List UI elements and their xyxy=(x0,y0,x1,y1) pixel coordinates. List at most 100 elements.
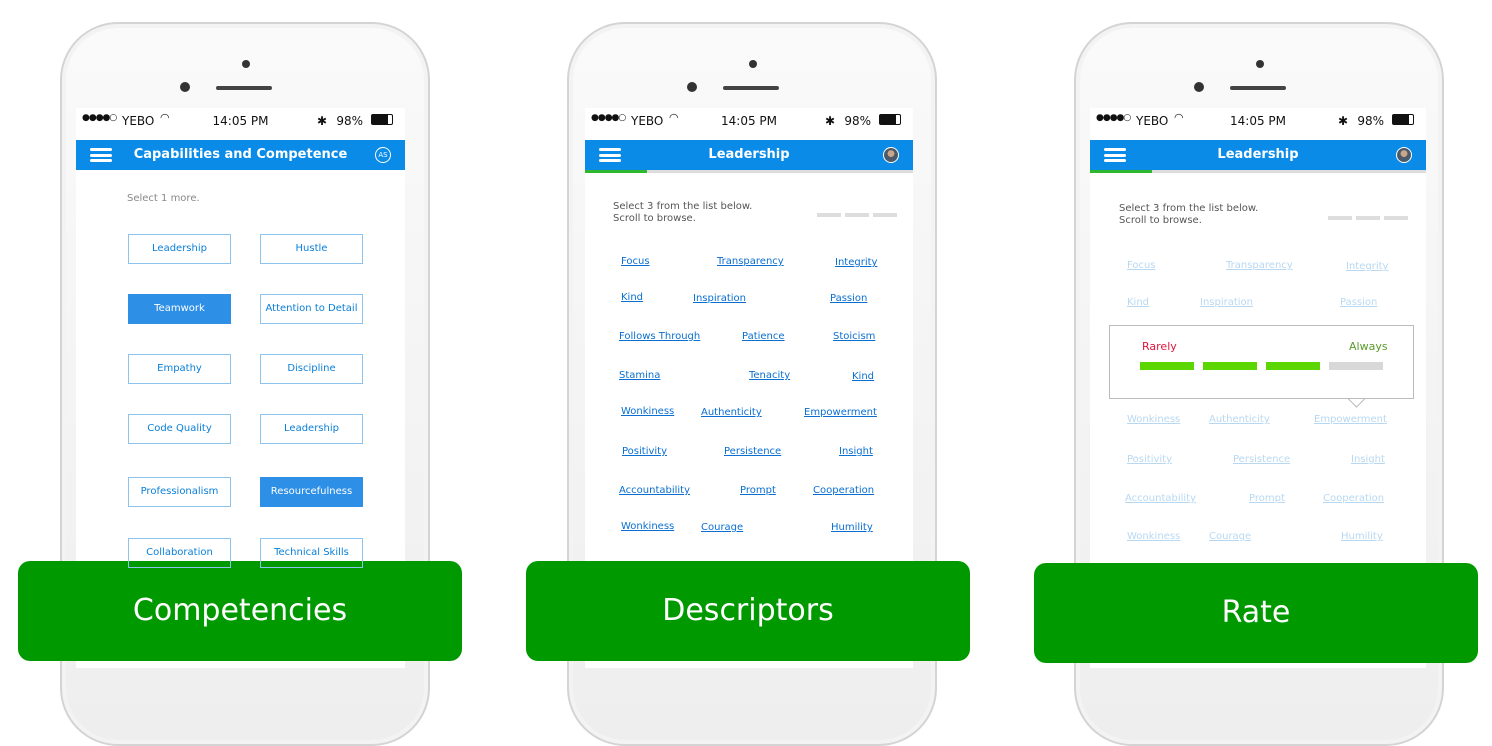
proximity-sensor xyxy=(180,82,190,92)
descriptor-link[interactable]: Prompt xyxy=(740,485,776,496)
descriptor-link[interactable]: Positivity xyxy=(622,446,667,457)
descriptor-link[interactable]: Kind xyxy=(1127,297,1149,308)
rating-segment[interactable] xyxy=(1203,362,1257,370)
battery-icon xyxy=(879,114,901,125)
competency-chip[interactable]: Collaboration xyxy=(128,538,231,568)
signal-dots-icon: ●●●●○ xyxy=(1096,113,1131,123)
progress-bar xyxy=(585,170,913,173)
descriptor-link[interactable]: Tenacity xyxy=(749,370,790,381)
rating-segment[interactable] xyxy=(1329,362,1383,370)
descriptor-link[interactable]: Wonkiness xyxy=(621,521,674,532)
rating-segment[interactable] xyxy=(1140,362,1194,370)
descriptor-link[interactable]: Empowerment xyxy=(1314,414,1387,425)
descriptor-link[interactable]: Inspiration xyxy=(1200,297,1253,308)
front-camera-icon xyxy=(749,60,757,68)
screen-title: Leadership xyxy=(708,147,790,162)
descriptor-link[interactable]: Authenticity xyxy=(701,407,762,418)
descriptor-link[interactable]: Transparency xyxy=(1226,260,1293,271)
descriptor-link[interactable]: Insight xyxy=(839,446,873,457)
carrier-name: YEBO xyxy=(631,114,664,128)
user-avatar[interactable]: AS xyxy=(375,147,391,163)
competency-chip[interactable]: Leadership xyxy=(128,234,231,264)
descriptor-link[interactable]: Cooperation xyxy=(1323,493,1384,504)
competency-chip[interactable]: Discipline xyxy=(260,354,363,384)
competency-chip[interactable]: Resourcefulness xyxy=(260,477,363,507)
descriptor-link[interactable]: Empowerment xyxy=(804,407,877,418)
speaker-grille xyxy=(216,86,272,90)
screen-title: Leadership xyxy=(1217,147,1299,162)
battery-icon xyxy=(1392,114,1414,125)
wifi-icon: ◠ xyxy=(669,111,679,124)
clock-time: 14:05 PM xyxy=(212,114,269,128)
descriptor-link[interactable]: Humility xyxy=(1341,531,1383,542)
descriptor-link[interactable]: Passion xyxy=(830,293,867,304)
rating-high-label: Always xyxy=(1349,340,1388,353)
competency-chip[interactable]: Hustle xyxy=(260,234,363,264)
front-camera-icon xyxy=(242,60,250,68)
descriptor-link[interactable]: Integrity xyxy=(1346,261,1388,272)
app-header: Leadership xyxy=(585,140,913,170)
user-avatar[interactable] xyxy=(1396,147,1412,163)
competency-chip[interactable]: Code Quality xyxy=(128,414,231,444)
descriptor-link[interactable]: Wonkiness xyxy=(1127,414,1180,425)
status-bar: ●●●●○ YEBO ◠ 14:05 PM ✱ 98% xyxy=(76,108,405,134)
descriptor-link[interactable]: Focus xyxy=(621,256,650,267)
descriptor-link[interactable]: Courage xyxy=(1209,531,1251,542)
competency-chip[interactable]: Attention to Detail xyxy=(260,294,363,324)
descriptor-link[interactable]: Courage xyxy=(701,522,743,533)
speaker-grille xyxy=(1230,86,1286,90)
descriptor-link[interactable]: Passion xyxy=(1340,297,1377,308)
descriptor-link[interactable]: Transparency xyxy=(717,256,784,267)
signal-dots-icon: ●●●●○ xyxy=(82,113,117,123)
competency-chip[interactable]: Technical Skills xyxy=(260,538,363,568)
competency-chip[interactable]: Teamwork xyxy=(128,294,231,324)
proximity-sensor xyxy=(687,82,697,92)
descriptor-link[interactable]: Kind xyxy=(621,292,643,303)
battery-percent: 98% xyxy=(844,114,871,128)
wifi-icon: ◠ xyxy=(1174,111,1184,124)
caption-rate: Rate xyxy=(1034,563,1478,663)
descriptor-link[interactable]: Stoicism xyxy=(833,331,875,342)
rating-segment[interactable] xyxy=(1266,362,1320,370)
screen-title: Capabilities and Competence xyxy=(133,147,348,162)
caption-competencies: Competencies xyxy=(18,561,462,661)
descriptor-link[interactable]: Authenticity xyxy=(1209,414,1270,425)
descriptor-link[interactable]: Accountability xyxy=(619,485,690,496)
status-bar: ●●●●○ YEBO ◠ 14:05 PM ✱ 98% xyxy=(585,108,913,134)
competency-chip[interactable]: Leadership xyxy=(260,414,363,444)
descriptor-link[interactable]: Stamina xyxy=(619,370,660,381)
descriptor-link[interactable]: Wonkiness xyxy=(621,406,674,417)
competency-chip[interactable]: Empathy xyxy=(128,354,231,384)
descriptor-link[interactable]: Insight xyxy=(1351,454,1385,465)
descriptor-link[interactable]: Persistence xyxy=(724,446,781,457)
wifi-icon: ◠ xyxy=(160,111,170,124)
descriptor-link[interactable]: Humility xyxy=(831,522,873,533)
bluetooth-icon: ✱ xyxy=(316,114,327,128)
descriptor-link[interactable]: Focus xyxy=(1127,260,1156,271)
speaker-grille xyxy=(723,86,779,90)
descriptor-link[interactable]: Persistence xyxy=(1233,454,1290,465)
caption-descriptors: Descriptors xyxy=(526,561,970,661)
descriptor-link[interactable]: Positivity xyxy=(1127,454,1172,465)
descriptor-link[interactable]: Prompt xyxy=(1249,493,1285,504)
progress-bar xyxy=(1090,170,1426,173)
descriptor-link[interactable]: Integrity xyxy=(835,257,877,268)
bluetooth-icon: ✱ xyxy=(824,114,835,128)
descriptor-link[interactable]: Accountability xyxy=(1125,493,1196,504)
battery-percent: 98% xyxy=(336,114,363,128)
descriptor-link[interactable]: Patience xyxy=(742,331,785,342)
signal-dots-icon: ●●●●○ xyxy=(591,113,626,123)
user-avatar[interactable] xyxy=(883,147,899,163)
clock-time: 14:05 PM xyxy=(1230,114,1286,128)
descriptor-link[interactable]: Inspiration xyxy=(693,293,746,304)
battery-percent: 98% xyxy=(1357,114,1384,128)
front-camera-icon xyxy=(1256,60,1264,68)
descriptor-link[interactable]: Kind xyxy=(852,371,874,382)
competency-chip[interactable]: Professionalism xyxy=(128,477,231,507)
hint-text: Select 3 from the list below. Scroll to … xyxy=(1119,203,1259,226)
descriptor-link[interactable]: Follows Through xyxy=(619,331,700,342)
proximity-sensor xyxy=(1194,82,1204,92)
carrier-name: YEBO xyxy=(1136,114,1169,128)
descriptor-link[interactable]: Cooperation xyxy=(813,485,874,496)
descriptor-link[interactable]: Wonkiness xyxy=(1127,531,1180,542)
